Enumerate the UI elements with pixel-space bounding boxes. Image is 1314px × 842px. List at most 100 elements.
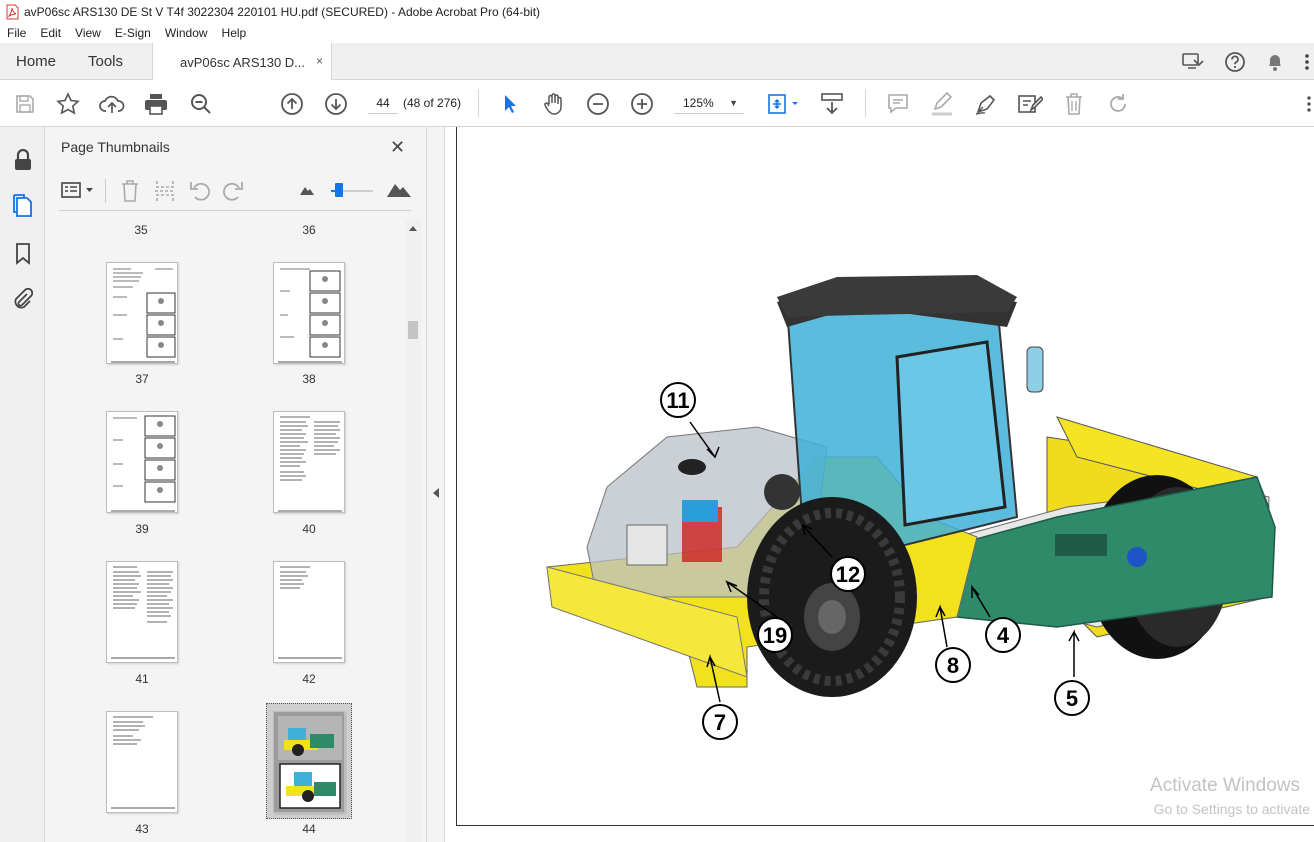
acrobat-pdf-icon: [6, 4, 19, 19]
tab-close-icon[interactable]: ×: [316, 54, 323, 68]
thumbnail-label: 39: [135, 522, 149, 536]
menu-edit[interactable]: Edit: [33, 26, 68, 40]
menu-view[interactable]: View: [68, 26, 108, 40]
redo-icon[interactable]: [1105, 91, 1131, 117]
page-thumbnails-panel: Page Thumbnails ✕ 35 36 37 38 39 40 41 4…: [45, 127, 427, 842]
toolbar-more-icon[interactable]: [1304, 91, 1314, 117]
upload-cloud-icon[interactable]: [99, 91, 125, 117]
help-icon[interactable]: [1224, 51, 1246, 73]
callout-7: 7: [702, 704, 738, 740]
window-title: avP06sc ARS130 DE St V T4f 3022304 22010…: [24, 4, 541, 19]
activate-windows-watermark: Activate Windows: [1150, 775, 1300, 796]
thumbnail-label: 41: [135, 672, 149, 686]
zoom-in-icon[interactable]: [629, 91, 655, 117]
callout-label: 7: [714, 710, 726, 735]
tab-home[interactable]: Home: [16, 43, 56, 80]
callout-label: 5: [1066, 686, 1078, 711]
callout-19: 19: [757, 617, 793, 653]
document-view[interactable]: 11 12 19 4 8 5 7 Activate Windows Go to …: [445, 127, 1314, 842]
menu-file[interactable]: File: [0, 26, 33, 40]
roller-compactor-illustration: 11 12 19 4 8 5 7: [546, 275, 1276, 740]
menu-help[interactable]: Help: [215, 26, 254, 40]
page-thumbnail[interactable]: [273, 411, 345, 513]
delete-trash-icon[interactable]: [1061, 91, 1087, 117]
page-thumbnail[interactable]: [273, 262, 345, 364]
thumbnail-label: 44: [302, 822, 316, 836]
highlight-pen-icon[interactable]: [929, 91, 955, 117]
callout-label: 4: [997, 623, 1010, 648]
bookmark-star-icon[interactable]: [55, 91, 81, 117]
select-arrow-icon[interactable]: [497, 91, 523, 117]
edit-text-icon[interactable]: [1017, 91, 1043, 117]
page-display-icon[interactable]: [764, 91, 804, 117]
title-bar: avP06sc ARS130 DE St V T4f 3022304 22010…: [0, 0, 1314, 23]
tab-document-label: avP06sc ARS130 D...: [180, 54, 306, 70]
thumbnail-label: 43: [135, 822, 149, 836]
tab-document[interactable]: avP06sc ARS130 D... ×: [152, 43, 332, 81]
page-number-input[interactable]: 44: [368, 92, 398, 114]
menu-window[interactable]: Window: [158, 26, 215, 40]
notifications-bell-icon[interactable]: [1266, 52, 1284, 72]
comment-icon[interactable]: [885, 91, 911, 117]
tab-bar: Home Tools avP06sc ARS130 D... ×: [0, 43, 1314, 81]
thumbnail-label: 35: [134, 223, 148, 237]
rotate-clockwise-icon[interactable]: [222, 180, 244, 202]
delete-page-icon[interactable]: [121, 180, 139, 202]
page-thumbnail[interactable]: [106, 561, 178, 663]
page-thumbnail[interactable]: [273, 561, 345, 663]
page-thumbnail[interactable]: [106, 262, 178, 364]
lock-icon[interactable]: [11, 148, 35, 172]
pdf-page: 11 12 19 4 8 5 7: [456, 127, 1314, 826]
save-icon[interactable]: [12, 91, 38, 117]
attachments-paperclip-icon[interactable]: [11, 287, 35, 311]
more-menu-icon[interactable]: [1304, 53, 1310, 71]
page-thumbnails-icon[interactable]: [11, 194, 35, 218]
thumbnail-size-slider[interactable]: [335, 183, 343, 197]
zoom-level-value: 125%: [683, 96, 714, 110]
extract-page-icon[interactable]: [154, 180, 176, 202]
zoom-level-select[interactable]: 125% ▼: [674, 92, 744, 114]
large-thumbnail-icon[interactable]: [387, 181, 411, 197]
callout-label: 19: [763, 623, 787, 648]
menu-esign[interactable]: E-Sign: [108, 26, 158, 40]
thumbnail-label: 36: [302, 223, 316, 237]
previous-page-icon[interactable]: [279, 91, 305, 117]
callout-11: 11: [660, 382, 696, 418]
page-thumbnail[interactable]: [106, 711, 178, 813]
activate-windows-subtext: Go to Settings to activate: [1153, 801, 1310, 817]
panel-title: Page Thumbnails: [61, 139, 170, 155]
callout-label: 12: [836, 562, 860, 587]
menu-bar: File Edit View E-Sign Window Help: [0, 23, 1314, 43]
zoom-search-icon[interactable]: [188, 91, 214, 117]
thumbnail-label: 42: [302, 672, 316, 686]
thumbnail-label: 40: [302, 522, 316, 536]
chevron-left-icon[interactable]: [432, 488, 439, 498]
scroll-mode-icon[interactable]: [819, 91, 845, 117]
print-icon[interactable]: [143, 91, 169, 117]
thumbnail-label: 38: [302, 372, 316, 386]
zoom-out-icon[interactable]: [585, 91, 611, 117]
rotate-counterclockwise-icon[interactable]: [189, 180, 211, 202]
panel-collapse-handle[interactable]: [427, 127, 445, 842]
left-navigation-rail: [0, 127, 45, 842]
scrollbar-thumb[interactable]: [408, 321, 418, 339]
thumbnail-scrollbar[interactable]: [405, 219, 421, 842]
thumbnail-options-icon[interactable]: [61, 181, 95, 199]
draw-pen-icon[interactable]: [973, 91, 999, 117]
callout-12: 12: [830, 556, 866, 592]
main-toolbar: [0, 80, 1314, 127]
panel-close-icon[interactable]: ✕: [390, 137, 405, 158]
bookmarks-icon[interactable]: [11, 242, 35, 266]
small-thumbnail-icon[interactable]: [300, 185, 314, 195]
scroll-up-icon[interactable]: [409, 225, 417, 231]
callout-5: 5: [1054, 680, 1090, 716]
callout-4: 4: [985, 617, 1021, 653]
callout-label: 8: [947, 653, 959, 678]
page-thumbnail[interactable]: [106, 411, 178, 513]
page-thumbnail-selected[interactable]: [273, 711, 345, 813]
hand-tool-icon[interactable]: [541, 91, 567, 117]
thumbnail-label: 37: [135, 372, 149, 386]
share-screen-icon[interactable]: [1182, 52, 1204, 72]
tab-tools[interactable]: Tools: [88, 43, 123, 80]
next-page-icon[interactable]: [323, 91, 349, 117]
